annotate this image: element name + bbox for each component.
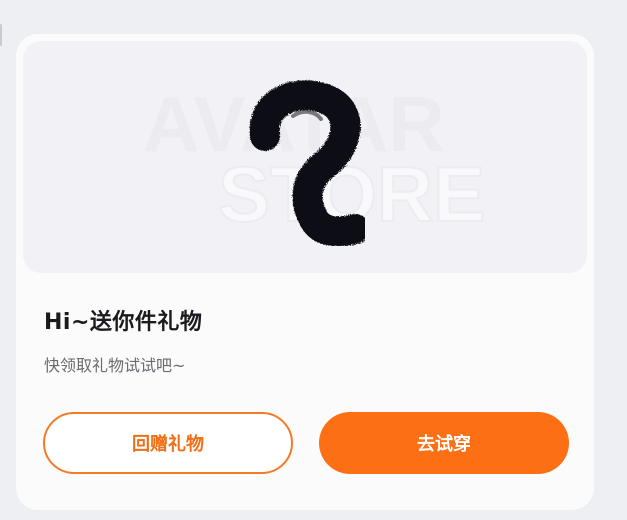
try-on-label: 去试穿 (417, 434, 471, 455)
return-gift-button[interactable]: 回赠礼物 (43, 412, 293, 474)
try-on-button[interactable]: 去试穿 (319, 412, 569, 474)
gift-preview: AVATAR STORE (23, 41, 587, 273)
scroll-edge-marker (0, 24, 2, 46)
fluffy-tail-icon (249, 80, 365, 246)
return-gift-label: 回赠礼物 (132, 434, 204, 455)
gift-title: Hi~送你件礼物 (44, 310, 203, 335)
gift-card: AVATAR STORE Hi~送你件礼物 快领取礼物试试吧~ 回赠礼物 去试穿 (16, 34, 594, 510)
gift-subtitle: 快领取礼物试试吧~ (44, 356, 186, 375)
